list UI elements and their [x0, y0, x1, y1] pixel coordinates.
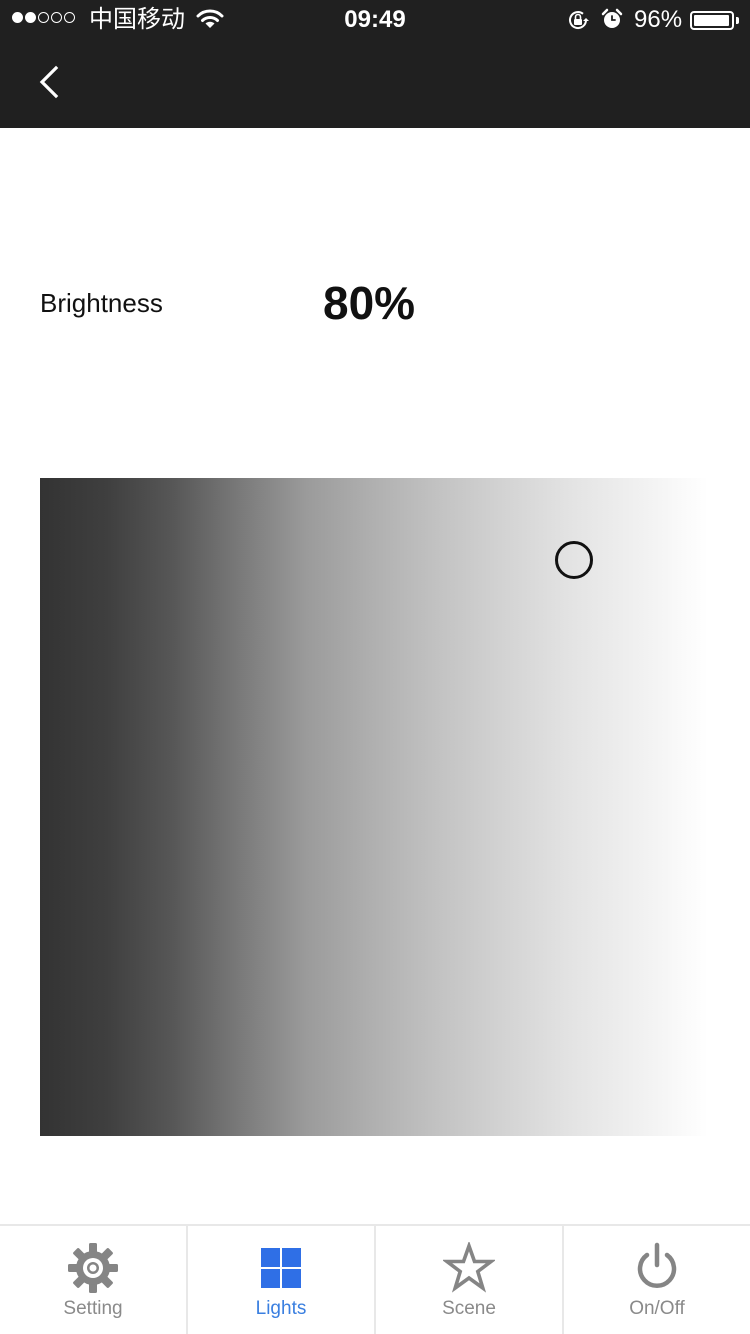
tab-setting[interactable]: Setting: [0, 1226, 188, 1334]
chevron-left-icon: [39, 65, 59, 99]
brightness-value: 80%: [323, 277, 416, 329]
tab-label: Setting: [63, 1298, 123, 1319]
tab-on-off[interactable]: On/Off: [564, 1226, 750, 1334]
star-icon: [443, 1242, 495, 1293]
alarm-icon: [601, 8, 623, 28]
tab-scene[interactable]: Scene: [376, 1226, 564, 1334]
tab-label: Scene: [442, 1298, 496, 1319]
battery-level-fill: [694, 15, 729, 26]
status-bar: 中国移动 09:49 96%: [0, 0, 750, 40]
battery-percent: 96%: [634, 6, 683, 33]
rotation-lock-icon: [569, 11, 589, 29]
brightness-gradient-picker[interactable]: [40, 478, 708, 1136]
power-icon: [637, 1242, 677, 1288]
tab-lights[interactable]: Lights: [188, 1226, 376, 1334]
brightness-label: Brightness: [40, 288, 163, 318]
navigation-bar: [0, 40, 750, 128]
picker-handle[interactable]: [555, 541, 594, 579]
battery-tip: [736, 17, 739, 24]
tab-label: On/Off: [629, 1298, 685, 1319]
back-button[interactable]: [28, 58, 72, 106]
tab-bar: Setting Lights Scene On/Off: [0, 1224, 750, 1334]
battery-icon: [690, 11, 734, 30]
gear-icon: [68, 1243, 118, 1293]
grid-icon: [261, 1248, 301, 1288]
tab-label: Lights: [255, 1298, 307, 1319]
